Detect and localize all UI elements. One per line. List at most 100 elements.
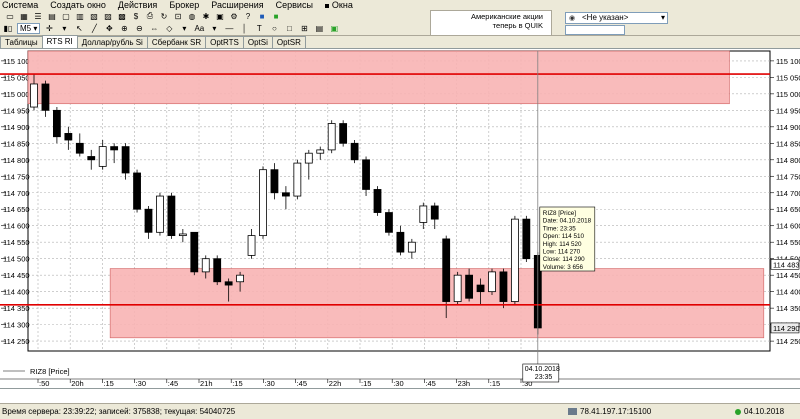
chart-icon[interactable]: ▥ <box>74 11 86 21</box>
trendline-icon[interactable]: ╱ <box>88 24 100 34</box>
star-icon[interactable]: ✱ <box>200 11 212 21</box>
status-bar: Время сервера: 23:39:22; записей: 375838… <box>0 403 800 419</box>
menu-item-0[interactable]: Система <box>0 0 44 10</box>
menu-bar: Система Создать окно Действия Брокер Расшире… <box>0 0 800 10</box>
promo-banner[interactable]: Американские акции теперь в QUIK <box>430 10 552 36</box>
candle-body <box>316 149 325 154</box>
x-label: :45 <box>425 379 435 388</box>
shapes-icon[interactable]: ◇ <box>163 24 175 34</box>
help-icon[interactable]: ? <box>242 11 254 21</box>
tab-5[interactable]: OptSi <box>242 36 273 48</box>
y-label-right: 114 400 <box>776 288 800 297</box>
y-label-left: 114 950 <box>3 106 30 115</box>
table-icon[interactable]: ▦ <box>18 11 30 21</box>
x-label: :45 <box>168 379 178 388</box>
indicator-icon[interactable]: ⊞ <box>298 24 310 34</box>
tooltip-line: Open: 114 510 <box>543 233 585 240</box>
search-input[interactable] <box>565 25 625 35</box>
tab-4[interactable]: OptRTS <box>205 36 244 48</box>
settings-icon[interactable]: ⚙ <box>228 11 240 21</box>
candle-body <box>121 146 130 174</box>
chart-area[interactable]: 115 100 115 100 115 050 115 050 115 000 115 0… <box>0 49 800 389</box>
shapes-dropdown-icon[interactable]: ▾ <box>178 24 190 34</box>
list-icon[interactable]: ☰ <box>32 11 44 21</box>
print-icon[interactable]: ⎙ <box>144 11 156 21</box>
status-date-text: 04.10.2018 <box>744 407 785 416</box>
candle-body <box>510 218 519 302</box>
x-label: 23h <box>458 379 471 388</box>
price-chart[interactable]: 115 100 115 100115 050 115 050115 000 115 0… <box>0 49 800 389</box>
candle-body <box>41 83 50 111</box>
y-label-left: 114 750 <box>3 172 30 181</box>
order-icon[interactable]: ▧ <box>88 11 100 21</box>
tab-2[interactable]: Доллар/рубль Si <box>76 36 148 48</box>
candle-body <box>419 205 428 223</box>
rect-icon[interactable]: □ <box>283 24 295 34</box>
quotes-icon[interactable]: ▨ <box>102 11 114 21</box>
menu-item-5[interactable]: Сервисы <box>270 0 319 10</box>
y-label-left: 115 000 <box>3 90 30 99</box>
dropdown-icon[interactable]: ▾ <box>58 24 70 34</box>
candle-body <box>522 218 531 260</box>
pointer-icon[interactable]: ↖ <box>73 24 85 34</box>
menu-item-6[interactable]: Окна <box>319 0 359 10</box>
fit-icon[interactable]: ⇔ <box>148 24 160 34</box>
text-tool-icon[interactable]: T <box>253 24 265 34</box>
chart-scroll-area[interactable] <box>0 389 800 403</box>
zoom-out-icon[interactable]: ⊖ <box>133 24 145 34</box>
new-icon[interactable]: ▭ <box>4 11 16 21</box>
y-label-left: 114 300 <box>3 321 30 330</box>
green-square-icon[interactable]: ■ <box>270 11 282 21</box>
connection-icon <box>568 408 577 415</box>
circle-icon[interactable]: ○ <box>268 24 280 34</box>
lock-icon[interactable]: ⊡ <box>172 11 184 21</box>
window-icon[interactable]: ▢ <box>60 11 72 21</box>
alert-icon[interactable]: ◍ <box>186 11 198 21</box>
chart-toolbar: ▮▯ M5 ▾ ✛ ▾ ↖ ╱ ✥ ⊕ ⊖ ⇔ ◇ ▾ Aa ▾ — │ T ○… <box>0 22 800 36</box>
candle-body <box>362 159 370 190</box>
tooltip-line: Time: 23:35 <box>543 225 577 232</box>
blue-square-icon[interactable]: ■ <box>256 11 268 21</box>
candle-body <box>178 233 187 237</box>
y-label-left: 114 550 <box>3 238 30 247</box>
client-select[interactable]: ◉ <Не указан> <box>565 12 668 24</box>
money-icon[interactable]: $ <box>130 11 142 21</box>
x-label: :30 <box>264 379 274 388</box>
x-label: :50 <box>39 379 49 388</box>
crosshair-icon[interactable]: ✛ <box>43 24 55 34</box>
zoom-in-icon[interactable]: ⊕ <box>118 24 130 34</box>
candle-body <box>87 156 96 161</box>
x-label: :15 <box>361 379 371 388</box>
tab-0[interactable]: Таблицы <box>0 36 43 48</box>
y-label-left: 114 250 <box>3 337 30 346</box>
y-label-right: 114 450 <box>776 271 800 280</box>
crosshair-date: 04.10.2018 <box>525 366 560 373</box>
layers-icon[interactable]: ▤ <box>313 24 325 34</box>
menu-item-4[interactable]: Расширения <box>205 0 269 10</box>
interval-select[interactable]: M5 ▾ <box>17 23 41 34</box>
grid-icon[interactable]: ▤ <box>46 11 58 21</box>
hline-icon[interactable]: — <box>223 24 235 34</box>
zone-1 <box>109 268 765 339</box>
candle-body <box>144 208 153 233</box>
save-icon[interactable]: ▣ <box>214 11 226 21</box>
menu-item-2[interactable]: Действия <box>112 0 163 10</box>
portfolio-icon[interactable]: ▩ <box>116 11 128 21</box>
move-icon[interactable]: ✥ <box>103 24 115 34</box>
font-dropdown-icon[interactable]: ▾ <box>208 24 220 34</box>
candle-body <box>75 142 84 154</box>
x-label: :15 <box>490 379 500 388</box>
green-flag-icon[interactable]: ▣ <box>328 24 340 34</box>
menu-item-3[interactable]: Брокер <box>163 0 205 10</box>
main-toolbar: ▭ ▦ ☰ ▤ ▢ ▥ ▧ ▨ ▩ $ ⎙ ↻ ⊡ ◍ ✱ ▣ ⚙ ? ■ ■ <box>0 10 800 22</box>
y-label-left: 114 650 <box>3 205 30 214</box>
tab-6[interactable]: OptSR <box>271 36 306 48</box>
menu-item-1[interactable]: Создать окно <box>44 0 112 10</box>
tab-3[interactable]: Сбербанк SR <box>146 36 207 48</box>
vline-icon[interactable]: │ <box>238 24 250 34</box>
candle-body <box>488 271 496 293</box>
tab-1[interactable]: RTS RI <box>41 35 78 48</box>
bar-chart-icon[interactable]: ▮▯ <box>2 24 14 34</box>
refresh-icon[interactable]: ↻ <box>158 11 170 21</box>
font-icon[interactable]: Aa <box>193 24 205 34</box>
